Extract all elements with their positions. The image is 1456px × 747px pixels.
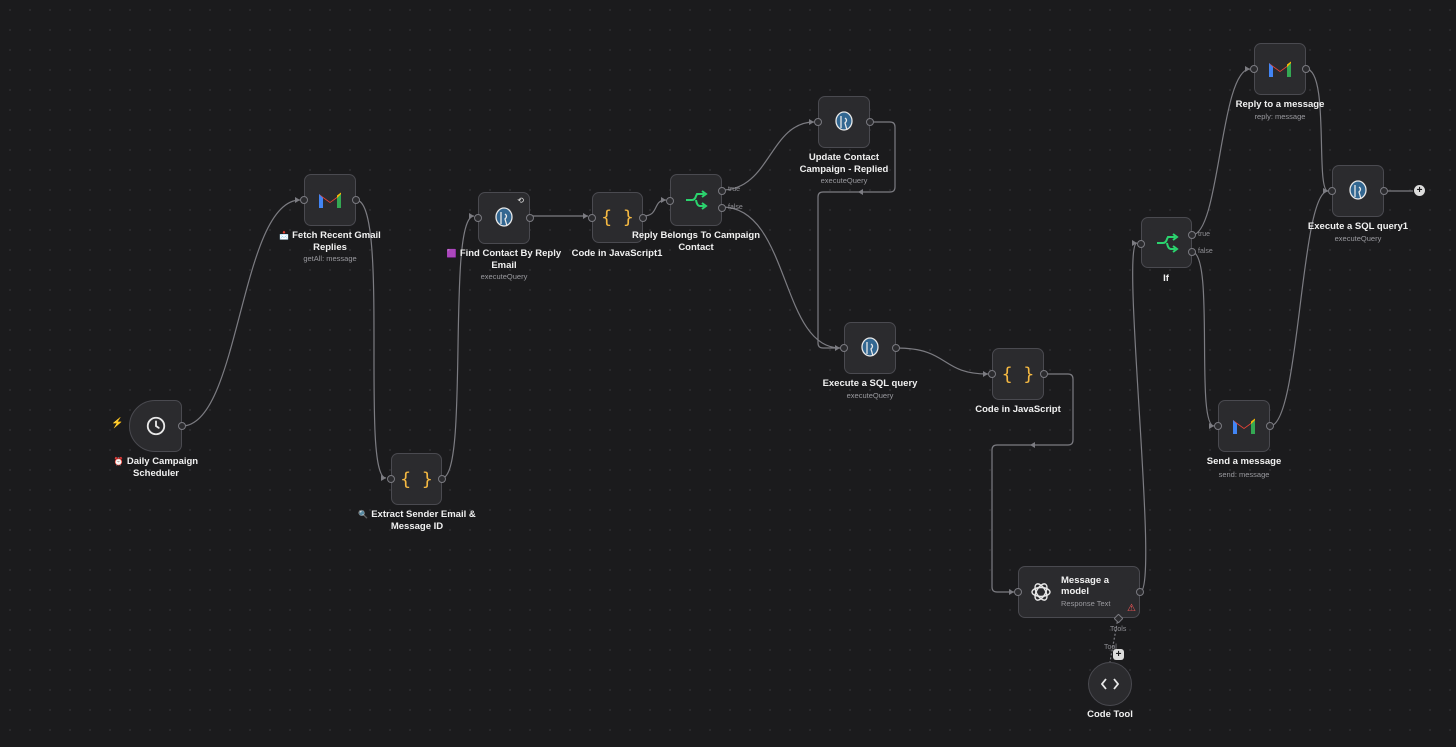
node-message-a-model[interactable]: Message a model Response Text ⚠	[1014, 566, 1144, 624]
edge-if-true-reply	[1191, 68, 1251, 236]
node-subtitle: executeQuery	[820, 176, 868, 185]
node-update-contact-campaign-replied[interactable]	[814, 96, 874, 148]
node-title: Execute a SQL query	[822, 378, 918, 389]
output-handle[interactable]	[352, 196, 360, 204]
output-handle-false[interactable]	[1188, 248, 1196, 256]
node-title: Reply Belongs To Campaign Contact	[631, 230, 761, 253]
node-title: Code in JavaScript	[975, 404, 1061, 415]
node-subtitle: getAll: message	[303, 254, 357, 263]
node-subtitle: send: message	[1218, 470, 1270, 479]
output-handle-true[interactable]	[1188, 231, 1196, 239]
output-handle-true[interactable]	[718, 187, 726, 195]
node-execute-a-sql-query1[interactable]	[1328, 165, 1388, 217]
node-fetch-recent-gmail-replies[interactable]	[300, 174, 360, 226]
input-handle[interactable]	[840, 344, 848, 352]
edge-exec-code	[895, 347, 989, 375]
output-handle[interactable]	[1266, 422, 1274, 430]
node-subtitle: executeQuery	[846, 391, 894, 400]
node-title: 🟪 Find Contact By Reply Email	[446, 248, 562, 271]
gmail-icon	[1269, 61, 1291, 77]
input-handle[interactable]	[588, 214, 596, 222]
output-handle[interactable]	[639, 214, 647, 222]
node-send-a-message[interactable]	[1214, 400, 1274, 452]
input-handle[interactable]	[1014, 588, 1022, 596]
add-node-button[interactable]: +	[1414, 185, 1425, 196]
if-branch-icon	[1156, 232, 1179, 253]
output-handle[interactable]	[1040, 370, 1048, 378]
input-handle[interactable]	[1328, 187, 1336, 195]
node-title: Reply to a message	[1235, 99, 1325, 110]
node-reply-belongs-to-campaign-contact[interactable]	[666, 174, 726, 226]
node-execute-a-sql-query[interactable]	[840, 322, 900, 374]
input-handle[interactable]	[387, 475, 395, 483]
node-title: ⏰ Daily Campaign Scheduler	[113, 456, 199, 479]
node-subtitle: Response Text	[1061, 599, 1111, 608]
node-title: Send a message	[1206, 456, 1282, 467]
input-handle[interactable]	[1250, 65, 1258, 73]
if-branch-icon	[686, 190, 708, 210]
edge-code1-reply	[642, 199, 667, 217]
node-daily-campaign-scheduler[interactable]	[129, 400, 186, 452]
postgres-icon	[1349, 180, 1367, 200]
output-handle[interactable]	[866, 118, 874, 126]
edge-model-if	[1132, 242, 1147, 593]
add-tool-button[interactable]: +	[1113, 649, 1124, 660]
node-reply-to-a-message[interactable]	[1250, 43, 1310, 95]
branch-label-false: false	[728, 204, 743, 211]
output-handle[interactable]	[1136, 588, 1144, 596]
edge-reply-sql1	[1305, 68, 1329, 192]
code-braces-icon: { }	[1001, 363, 1035, 385]
postgres-icon	[495, 207, 513, 227]
gmail-icon	[319, 192, 341, 208]
tools-port[interactable]	[1113, 613, 1124, 624]
node-title: Code Tool	[1087, 709, 1133, 720]
input-handle[interactable]	[666, 197, 674, 205]
node-title: Execute a SQL query1	[1307, 221, 1409, 232]
node-title: Update Contact Campaign - Replied	[799, 152, 889, 175]
node-title: 📩 Fetch Recent Gmail Replies	[279, 230, 381, 253]
refresh-icon: ⟲	[517, 196, 524, 205]
branch-label-true: true	[728, 186, 741, 193]
node-code-tool[interactable]	[1088, 662, 1132, 706]
warning-icon: ⚠	[1127, 603, 1136, 614]
output-handle[interactable]	[892, 344, 900, 352]
node-if[interactable]	[1137, 217, 1196, 268]
postgres-icon	[835, 111, 853, 131]
branch-label-false: false	[1198, 248, 1213, 255]
node-title: 🔍 Extract Sender Email & Message ID	[358, 509, 476, 532]
node-subtitle: executeQuery	[480, 272, 528, 281]
postgres-icon	[861, 337, 879, 357]
code-braces-icon: { }	[601, 207, 634, 228]
node-code-in-javascript[interactable]: { }	[988, 348, 1048, 400]
node-extract-sender-email[interactable]: { }	[387, 453, 446, 505]
output-handle[interactable]	[438, 475, 446, 483]
node-title: If	[1163, 273, 1169, 284]
workflow-canvas[interactable]: ⚡ ⏰ Daily Campaign Scheduler 📩 Fetch Recen…	[0, 0, 1456, 747]
tools-port-label: Tools	[1110, 626, 1127, 633]
trigger-bolt-icon: ⚡	[111, 418, 124, 429]
input-handle[interactable]	[988, 370, 996, 378]
output-handle[interactable]	[1380, 187, 1388, 195]
code-tool-icon	[1101, 678, 1119, 690]
output-handle[interactable]	[1302, 65, 1310, 73]
edge-false-exec	[721, 206, 841, 349]
node-subtitle: executeQuery	[1334, 234, 1382, 243]
node-subtitle: reply: message	[1254, 112, 1306, 121]
clock-icon	[146, 416, 165, 436]
input-handle[interactable]	[1214, 422, 1222, 430]
node-title: Message a model	[1061, 575, 1110, 597]
gmail-icon	[1233, 418, 1255, 434]
input-handle[interactable]	[300, 196, 308, 204]
branch-label-true: true	[1198, 231, 1211, 238]
output-handle[interactable]	[178, 422, 186, 430]
openai-icon	[1031, 583, 1051, 601]
input-handle[interactable]	[1137, 240, 1145, 248]
code-braces-icon: { }	[400, 468, 433, 490]
input-handle[interactable]	[474, 214, 482, 222]
input-handle[interactable]	[814, 118, 822, 126]
node-find-contact-by-reply-email[interactable]: ⟲	[474, 192, 534, 244]
output-handle-false[interactable]	[718, 204, 726, 212]
output-handle[interactable]	[526, 214, 534, 222]
